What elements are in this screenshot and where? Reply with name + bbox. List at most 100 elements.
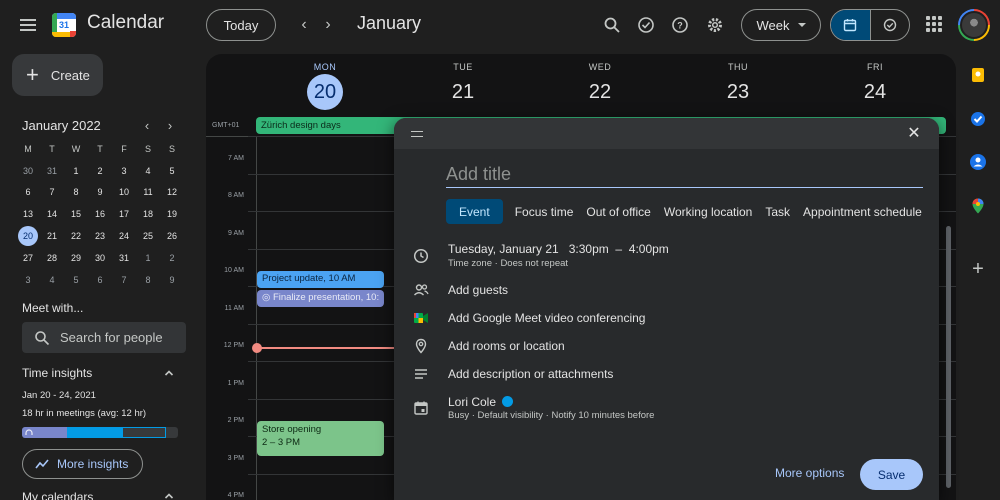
mini-calendar-day[interactable]: 28	[40, 247, 64, 269]
day-header-tue[interactable]: TUE 21	[394, 62, 532, 110]
calendar-logo[interactable]: 31	[52, 13, 76, 37]
tab-out-of-office[interactable]: Out of office	[580, 199, 656, 224]
mini-calendar-day[interactable]: 1	[136, 247, 160, 269]
event-store-opening[interactable]: Store opening 2 – 3 PM	[257, 421, 384, 456]
mini-calendar-day[interactable]: 11	[136, 182, 160, 204]
mini-calendar-day[interactable]: 9	[88, 182, 112, 204]
add-guests[interactable]: Add guests	[448, 283, 508, 297]
calendar-view-icon[interactable]	[831, 10, 870, 40]
mini-calendar-day[interactable]: 9	[160, 269, 184, 291]
mini-calendar-day[interactable]: 3	[112, 160, 136, 182]
day-header-thu[interactable]: THU 23	[669, 62, 807, 110]
mini-calendar-day[interactable]: 13	[16, 203, 40, 225]
mini-calendar-day[interactable]: 14	[40, 203, 64, 225]
mini-calendar-day[interactable]: 16	[88, 203, 112, 225]
mini-calendar-day[interactable]: 24	[112, 225, 136, 247]
chevron-up-icon[interactable]	[163, 490, 175, 500]
mini-calendar-day[interactable]: 7	[40, 182, 64, 204]
hour-label: 1 PM	[227, 380, 244, 387]
day-header-fri[interactable]: FRI 24	[806, 62, 944, 110]
mini-calendar-day[interactable]: 3	[16, 269, 40, 291]
mini-calendar-day[interactable]: 4	[40, 269, 64, 291]
mini-calendar-day[interactable]: 30	[16, 160, 40, 182]
mini-calendar-day[interactable]: 29	[64, 247, 88, 269]
tab-working-location[interactable]: Working location	[658, 199, 759, 224]
mini-calendar-day[interactable]: 25	[136, 225, 160, 247]
tab-focus-time[interactable]: Focus time	[509, 199, 580, 224]
view-select[interactable]: Week	[741, 9, 821, 41]
tab-appointment-schedule[interactable]: Appointment schedule	[797, 199, 928, 224]
menu-icon[interactable]	[16, 13, 40, 37]
mini-calendar-day[interactable]: 17	[112, 203, 136, 225]
mini-calendar-day[interactable]: 27	[16, 247, 40, 269]
mini-calendar-day[interactable]: 21	[40, 225, 64, 247]
mini-calendar-day[interactable]: 12	[160, 182, 184, 204]
mini-calendar-day[interactable]: 6	[88, 269, 112, 291]
mini-calendar-day[interactable]: 22	[64, 225, 88, 247]
tab-task[interactable]: Task	[759, 199, 796, 224]
contacts-icon[interactable]	[969, 153, 987, 171]
add-description[interactable]: Add description or attachments	[448, 367, 613, 381]
save-button[interactable]: Save	[860, 459, 923, 490]
mini-calendar-day-selected[interactable]: 20	[16, 225, 40, 247]
mini-calendar-prev[interactable]: ‹	[139, 117, 155, 133]
search-people-input[interactable]: Search for people	[22, 322, 186, 353]
more-insights-button[interactable]: More insights	[22, 449, 143, 479]
more-options-button[interactable]: More options	[775, 466, 844, 480]
mini-calendar-day[interactable]: 15	[64, 203, 88, 225]
apps-icon[interactable]	[926, 16, 942, 32]
mini-calendar-day[interactable]: 19	[160, 203, 184, 225]
tab-event[interactable]: Event	[446, 199, 503, 224]
avatar[interactable]	[958, 9, 990, 41]
event-finalize-presentation[interactable]: ◎ Finalize presentation, 10:	[257, 290, 384, 307]
weekday-label: F	[121, 143, 127, 154]
scrollbar[interactable]	[946, 226, 951, 488]
mini-calendar-day[interactable]: 8	[64, 182, 88, 204]
drag-handle-icon[interactable]	[411, 131, 423, 137]
maps-icon[interactable]	[969, 197, 987, 215]
help-icon[interactable]: ?	[668, 13, 692, 37]
keep-icon[interactable]	[969, 66, 987, 84]
mini-calendar-day[interactable]: 26	[160, 225, 184, 247]
mini-calendar-day[interactable]: 4	[136, 160, 160, 182]
search-icon[interactable]	[600, 13, 624, 37]
prev-week-button[interactable]: ‹	[292, 13, 316, 37]
day-header-mon[interactable]: MON 20	[256, 62, 394, 110]
mini-calendar-day[interactable]: 23	[88, 225, 112, 247]
mini-calendar-day[interactable]: 6	[16, 182, 40, 204]
next-week-button[interactable]: ›	[316, 13, 340, 37]
settings-icon[interactable]	[703, 13, 727, 37]
today-button[interactable]: Today	[206, 9, 276, 41]
day-header-wed[interactable]: WED 22	[531, 62, 669, 110]
owner-settings[interactable]: Busy · Default visibility · Notify 10 mi…	[448, 410, 654, 421]
tasks-icon[interactable]	[969, 110, 987, 128]
mini-calendar-day[interactable]: 2	[88, 160, 112, 182]
top-bar: 31 Calendar Today ‹ › January ? Week	[0, 0, 1000, 50]
add-meet-conferencing[interactable]: Add Google Meet video conferencing	[448, 311, 645, 325]
mini-calendar-next[interactable]: ›	[162, 117, 178, 133]
mini-calendar-day[interactable]: 1	[64, 160, 88, 182]
mini-calendar-day[interactable]: 5	[64, 269, 88, 291]
mini-calendar-day[interactable]: 2	[160, 247, 184, 269]
mini-calendar-day[interactable]: 30	[88, 247, 112, 269]
close-icon[interactable]: ✕	[906, 126, 922, 142]
task-check-icon[interactable]	[634, 13, 658, 37]
event-project-update[interactable]: Project update, 10 AM	[257, 271, 384, 288]
chevron-up-icon[interactable]	[163, 367, 175, 379]
mini-calendar-day[interactable]: 18	[136, 203, 160, 225]
add-location[interactable]: Add rooms or location	[448, 339, 565, 353]
mini-calendar-day[interactable]: 5	[160, 160, 184, 182]
hour-label: 4 PM	[227, 492, 244, 499]
tasks-view-icon[interactable]	[869, 10, 909, 40]
mini-calendar-day[interactable]: 31	[112, 247, 136, 269]
plus-icon[interactable]: +	[969, 259, 987, 279]
title-input[interactable]	[446, 162, 923, 188]
mini-calendar-day[interactable]: 10	[112, 182, 136, 204]
timezone-repeat[interactable]: Time zone · Does not repeat	[448, 258, 568, 269]
mini-calendar-day[interactable]: 31	[40, 160, 64, 182]
calendar-owner[interactable]: Lori Cole	[448, 395, 514, 409]
create-button[interactable]: + Create	[12, 54, 103, 96]
event-date-time[interactable]: Tuesday, January 21 3:30pm – 4:00pm	[448, 242, 669, 256]
mini-calendar-day[interactable]: 8	[136, 269, 160, 291]
mini-calendar-day[interactable]: 7	[112, 269, 136, 291]
